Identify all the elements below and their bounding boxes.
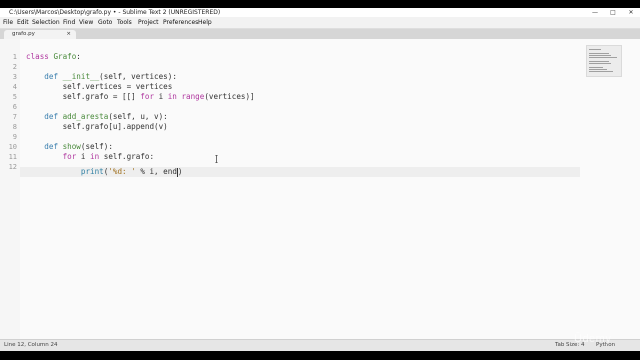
builtin: range [181, 92, 205, 101]
menu-file[interactable]: File [3, 17, 13, 28]
menu-selection[interactable]: Selection [32, 17, 60, 28]
code-line-4: self.vertices = vertices [26, 82, 173, 92]
keyword: for [62, 152, 77, 161]
code-token: i [76, 152, 91, 161]
code-token: (self, vertices): [99, 72, 177, 81]
menu-preferences[interactable]: Preferences [163, 17, 198, 28]
minimap-line [589, 49, 601, 50]
cursor-position: Line 12, Column 24 [4, 342, 58, 348]
menu-view[interactable]: View [79, 17, 93, 28]
window-title: C:\Users\Marcos\Desktop\grafo.py • - Sub… [9, 9, 221, 16]
code-token: (vertices)] [204, 92, 255, 101]
menu-tools[interactable]: Tools [117, 17, 132, 28]
function-name: add_aresta [62, 112, 109, 121]
line-number: 5 [12, 93, 17, 101]
code-line-12: print('%d: ' % i, end) [26, 167, 182, 177]
code-line-1: class Grafo: [26, 52, 81, 62]
keyword: for [140, 92, 155, 101]
minimap-line [589, 53, 609, 54]
menu-bar: File Edit Selection Find View Goto Tools… [0, 17, 640, 29]
close-button[interactable]: ✕ [622, 8, 640, 17]
line-number: 10 [8, 143, 17, 151]
minimap-line [589, 61, 609, 62]
keyword: in [90, 152, 100, 161]
code-line-5: self.grafo = [[] for i in range(vertices… [26, 92, 255, 102]
maximize-button[interactable]: □ [604, 8, 622, 17]
function-name: __init__ [62, 72, 100, 81]
line-number: 8 [12, 123, 17, 131]
line-number: 3 [12, 73, 17, 81]
line-number: 11 [8, 153, 17, 161]
code-token: self.grafo: [99, 152, 155, 161]
keyword: def [44, 112, 63, 121]
keyword: in [167, 92, 177, 101]
ibeam-cursor-icon [215, 155, 218, 163]
line-number-gutter: 1 2 3 4 5 6 7 8 9 10 11 12 [0, 39, 20, 339]
code-line-10: def show(self): [26, 142, 113, 152]
window-controls: — □ ✕ [586, 8, 640, 17]
line-number: 4 [12, 83, 17, 91]
editor-area[interactable]: 1 2 3 4 5 6 7 8 9 10 11 12 class Grafo: … [0, 39, 640, 339]
code-token: self.vertices = vertices [26, 82, 173, 91]
code-token: self.grafo[u].append(v) [26, 122, 168, 131]
line-number: 9 [12, 133, 17, 141]
tab-label: grafo.py [12, 31, 35, 37]
tab-close-icon[interactable]: × [66, 30, 71, 39]
code-token: i [154, 92, 168, 101]
line-number: 12 [8, 163, 17, 171]
code-text[interactable]: class Grafo: def __init__(self, vertices… [26, 39, 255, 177]
code-token: : [76, 52, 81, 61]
status-bar: Line 12, Column 24 Tab Size: 4 Python [0, 339, 640, 351]
keyword: class [26, 52, 54, 61]
minimap[interactable] [586, 45, 622, 77]
builtin: print [80, 167, 104, 176]
code-line-8: self.grafo[u].append(v) [26, 122, 168, 132]
string-literal: '%d: ' [108, 167, 136, 176]
code-token: self.grafo = [[] [26, 92, 141, 101]
class-name: Grafo [53, 52, 77, 61]
minimap-line [589, 67, 603, 68]
udemy-watermark: Ūdemy [574, 333, 612, 345]
title-bar: C:\Users\Marcos\Desktop\grafo.py • - Sub… [0, 8, 640, 17]
menu-help[interactable]: Help [198, 17, 212, 28]
minimap-line [589, 57, 617, 58]
menu-find[interactable]: Find [63, 17, 75, 28]
menu-goto[interactable]: Goto [98, 17, 112, 28]
line-number: 1 [12, 53, 17, 61]
minimap-line [589, 63, 611, 64]
tab-bar: grafo.py × [0, 29, 640, 39]
code-line-11: for i in self.grafo: [26, 152, 154, 162]
keyword: def [44, 72, 63, 81]
line-number: 7 [12, 113, 17, 121]
menu-project[interactable]: Project [138, 17, 159, 28]
minimap-line [589, 71, 613, 72]
minimap-line [589, 55, 611, 56]
line-number: 6 [12, 103, 17, 111]
minimize-button[interactable]: — [586, 8, 604, 17]
tab-grafo-py[interactable]: grafo.py × [4, 30, 76, 39]
code-line-3: def __init__(self, vertices): [26, 72, 177, 82]
sublime-window: C:\Users\Marcos\Desktop\grafo.py • - Sub… [0, 8, 640, 351]
code-line-7: def add_aresta(self, u, v): [26, 112, 168, 122]
menu-edit[interactable]: Edit [17, 17, 29, 28]
code-token: (self): [80, 142, 113, 151]
line-number: 2 [12, 63, 17, 71]
code-token: (self, u, v): [108, 112, 168, 121]
function-name: show [62, 142, 81, 151]
code-token: % i, end [135, 167, 177, 176]
code-token: ) [177, 167, 183, 176]
minimap-line [589, 69, 607, 70]
keyword: def [44, 142, 63, 151]
